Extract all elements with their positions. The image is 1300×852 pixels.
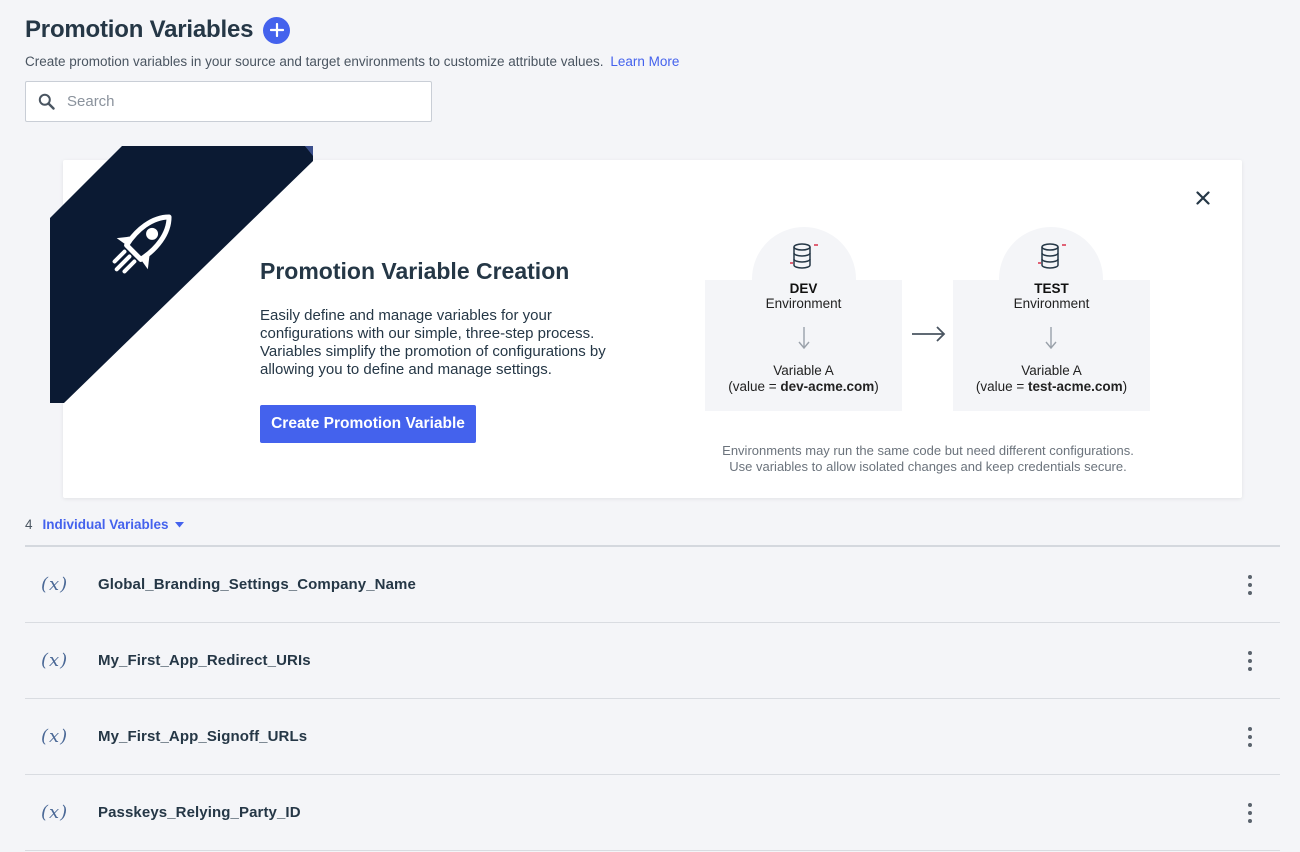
env-dev-value-prefix: (value =	[728, 379, 781, 394]
variable-row[interactable]: (x) Global_Branding_Settings_Company_Nam…	[25, 547, 1280, 623]
environment-note-line-2: Use variables to allow isolated changes …	[729, 458, 1127, 474]
variable-icon: (x)	[41, 726, 69, 747]
caret-down-icon	[174, 521, 184, 527]
env-dev-value: (value = dev-acme.com)	[705, 379, 902, 394]
search-box	[25, 81, 432, 122]
variable-name: Global_Branding_Settings_Company_Name	[98, 576, 416, 593]
close-icon	[1196, 191, 1210, 205]
kebab-dot-icon	[1248, 743, 1252, 747]
kebab-dot-icon	[1248, 667, 1252, 671]
env-dev-name: DEV	[789, 281, 818, 296]
add-variable-button[interactable]	[263, 16, 291, 44]
arrow-right-icon	[912, 326, 946, 342]
variables-filter-dropdown[interactable]: Individual Variables	[43, 517, 184, 532]
subtitle-text: Create promotion variables in your sourc…	[25, 54, 604, 69]
variable-name: My_First_App_Signoff_URLs	[98, 728, 308, 745]
page-subtitle: Create promotion variables in your sourc…	[25, 54, 679, 69]
kebab-dot-icon	[1248, 575, 1252, 579]
environment-note-line-1: Environments may run the same code but n…	[722, 443, 1134, 458]
promo-title: Promotion Variable Creation	[260, 258, 570, 284]
kebab-dot-icon	[1248, 583, 1252, 587]
kebab-dot-icon	[1248, 591, 1252, 595]
page-title: Promotion Variables	[25, 16, 254, 43]
env-dev-value-suffix: )	[874, 379, 879, 394]
close-promo-button[interactable]	[1192, 187, 1214, 209]
kebab-dot-icon	[1248, 659, 1252, 663]
env-dev-value-text: dev-acme.com	[780, 379, 875, 394]
more-options-button[interactable]	[1245, 803, 1255, 823]
variables-list-header: 4 Individual Variables	[25, 517, 184, 532]
more-options-button[interactable]	[1245, 727, 1255, 747]
env-test-value: (value = test-acme.com)	[953, 379, 1150, 394]
env-test-label: Environment	[1013, 296, 1090, 311]
kebab-dot-icon	[1248, 803, 1252, 807]
plus-icon	[269, 23, 284, 37]
env-test-value-text: test-acme.com	[1028, 379, 1123, 394]
kebab-dot-icon	[1248, 819, 1252, 823]
env-test-name: TEST	[1034, 281, 1069, 296]
search-input[interactable]	[67, 93, 397, 110]
learn-more-link[interactable]: Learn More	[610, 54, 679, 69]
variable-name: My_First_App_Redirect_URIs	[98, 652, 311, 669]
arrow-down-icon	[798, 327, 810, 350]
create-promotion-variable-button[interactable]: Create Promotion Variable	[260, 405, 476, 443]
database-icon	[1038, 243, 1066, 269]
variable-icon: (x)	[41, 650, 69, 671]
variable-icon: (x)	[41, 802, 69, 823]
variable-row[interactable]: (x) My_First_App_Signoff_URLs	[25, 699, 1280, 775]
kebab-dot-icon	[1248, 727, 1252, 731]
kebab-dot-icon	[1248, 811, 1252, 815]
env-dev-variable: Variable A	[773, 363, 834, 378]
search-icon	[38, 93, 55, 110]
more-options-button[interactable]	[1245, 575, 1255, 595]
environment-note: Environments may run the same code but n…	[705, 443, 1151, 474]
arrow-down-icon	[1045, 327, 1057, 350]
env-test-variable: Variable A	[1021, 363, 1082, 378]
database-icon	[790, 243, 818, 269]
variable-icon: (x)	[41, 574, 69, 595]
promo-description: Easily define and manage variables for y…	[260, 307, 606, 378]
env-test-value-suffix: )	[1122, 379, 1128, 394]
variable-row[interactable]: (x) My_First_App_Redirect_URIs	[25, 623, 1280, 699]
kebab-dot-icon	[1248, 651, 1252, 655]
page-header: Promotion Variables Create promotion var…	[25, 16, 679, 69]
kebab-dot-icon	[1248, 735, 1252, 739]
more-options-button[interactable]	[1245, 651, 1255, 671]
env-dev-label: Environment	[765, 296, 842, 311]
variable-row[interactable]: (x) Passkeys_Relying_Party_ID	[25, 775, 1280, 851]
variables-count: 4	[25, 517, 33, 532]
env-test-value-prefix: (value =	[975, 379, 1029, 394]
variable-name: Passkeys_Relying_Party_ID	[98, 804, 301, 821]
variables-filter-label: Individual Variables	[42, 517, 169, 532]
